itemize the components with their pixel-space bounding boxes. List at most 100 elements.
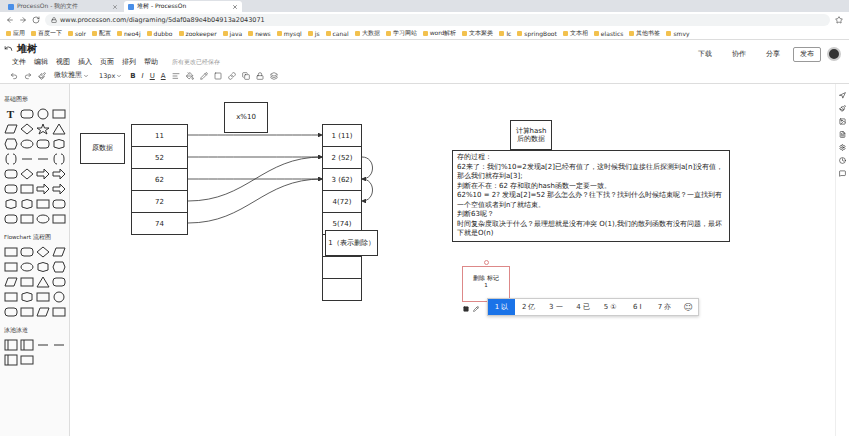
format-painter-icon[interactable] [38, 72, 46, 80]
round-shape-icon[interactable] [52, 276, 66, 288]
hex-shape-icon[interactable] [52, 261, 66, 273]
pencil-icon[interactable] [473, 306, 479, 312]
avatar-icon[interactable] [827, 47, 841, 61]
editing-text-box[interactable]: 删除 标记1 [462, 266, 510, 302]
rect-shape-icon[interactable] [36, 198, 50, 210]
section-title[interactable]: 泳池泳道 [4, 323, 65, 334]
document-title[interactable]: 堆树 [4, 42, 220, 56]
format-button[interactable]: U [150, 72, 155, 80]
round-shape-icon[interactable] [4, 183, 18, 195]
menu-item[interactable]: 编辑 [34, 58, 48, 67]
para-shape-icon[interactable] [4, 276, 18, 288]
bookmark[interactable]: 文本相 [563, 29, 588, 38]
navigator-icon[interactable] [839, 92, 846, 99]
rect-shape-icon[interactable] [20, 183, 34, 195]
browser-tab[interactable]: 堆树 - ProcessOn [124, 1, 242, 12]
bookmark[interactable]: 学习网站 [386, 29, 417, 38]
menu-item[interactable]: 插入 [78, 58, 92, 67]
rotate-handle-icon[interactable] [484, 260, 489, 265]
cyl-shape-icon[interactable] [4, 198, 18, 210]
header-action-button[interactable]: 协作 [725, 47, 753, 62]
style-icon[interactable] [839, 105, 846, 112]
para-shape-icon[interactable] [52, 246, 66, 258]
ime-candidate[interactable]: 1以 [488, 299, 515, 315]
round-shape-icon[interactable] [4, 306, 18, 318]
lock-icon[interactable] [256, 72, 264, 80]
square-icon[interactable] [463, 306, 469, 312]
rect-shape-icon[interactable] [4, 261, 18, 273]
round-shape-icon[interactable] [4, 213, 18, 225]
ime-candidate[interactable]: 6Ⅰ [624, 299, 651, 315]
bookmark[interactable]: 百度一下 [31, 29, 62, 38]
bookmark[interactable]: word解析 [423, 29, 457, 38]
round-shape-icon[interactable] [4, 168, 18, 180]
bookmark[interactable]: java [223, 30, 243, 37]
url-field[interactable]: www.processon.com/diagraming/5daf0a89e4b… [45, 14, 830, 26]
header-action-button[interactable]: 下载 [691, 47, 719, 62]
bookmark[interactable]: zookeeper [179, 30, 217, 37]
rect-shape-icon[interactable] [52, 306, 66, 318]
line-color-icon[interactable] [200, 72, 208, 80]
ime-candidate[interactable]: 3一 [542, 299, 569, 315]
fill-icon[interactable] [186, 72, 194, 80]
cyl-shape-icon[interactable] [20, 291, 34, 303]
arrow-shape-icon[interactable] [52, 183, 66, 195]
bracket-shape-icon[interactable] [4, 153, 18, 165]
round-shape-icon[interactable] [20, 108, 34, 120]
lane-shape-icon[interactable] [20, 339, 34, 351]
bookmark[interactable]: neo4j [117, 30, 141, 37]
menu-item[interactable]: 视图 [56, 58, 70, 67]
rect-shape-icon[interactable] [52, 213, 66, 225]
table-slot[interactable]: 4(72) [323, 191, 361, 213]
arrow-shape-icon[interactable] [36, 183, 50, 195]
back-icon[interactable] [6, 16, 14, 24]
menu-item[interactable]: 排列 [122, 58, 136, 67]
round-shape-icon[interactable] [52, 198, 66, 210]
source-array[interactable]: 1152627274 [131, 124, 188, 235]
bookmark[interactable]: news [248, 30, 271, 37]
header-action-button[interactable]: 分享 [759, 47, 787, 62]
menu-item[interactable]: 帮助 [144, 58, 158, 67]
diamond-shape-icon[interactable] [20, 123, 34, 135]
bookmark[interactable]: mysql [277, 30, 302, 37]
table-slot[interactable]: 1 (11) [323, 125, 361, 147]
undo-icon[interactable] [10, 72, 18, 80]
diagram-canvas[interactable]: 原数据x%10计算hash后的数据11526272741 (11)2 (52)3… [70, 84, 835, 436]
bookmark[interactable]: js [308, 30, 320, 37]
deleted-note-node[interactable]: 1（表示删除） [325, 230, 378, 256]
array-cell[interactable]: 74 [132, 213, 187, 235]
rect-shape-icon[interactable] [20, 354, 34, 366]
cyl-shape-icon[interactable] [20, 198, 34, 210]
font-select[interactable]: 微软雅黑 [52, 71, 91, 80]
lane-shape-icon[interactable] [4, 339, 18, 351]
table-slot[interactable] [323, 257, 361, 279]
rect-shape-icon[interactable] [4, 246, 18, 258]
bookmark-star-icon[interactable] [835, 16, 843, 24]
menu-item[interactable]: 文件 [12, 58, 26, 67]
bookmark[interactable]: dubbo [147, 30, 173, 37]
comment-icon[interactable] [839, 170, 846, 177]
copy-icon[interactable] [242, 72, 250, 80]
para-shape-icon[interactable] [36, 306, 50, 318]
hash-table[interactable]: 1 (11)2 (52)3 (62)4(72)5(74) [322, 124, 362, 301]
ime-candidate[interactable]: 5① [597, 299, 624, 315]
bookmark[interactable]: 应用 [6, 29, 25, 38]
bookmark[interactable]: 其他书签 [629, 29, 660, 38]
diamond-shape-icon[interactable] [20, 168, 34, 180]
array-cell[interactable]: 72 [132, 191, 187, 213]
forward-icon[interactable] [19, 16, 27, 24]
arrow-shape-icon[interactable] [36, 168, 50, 180]
bookmark[interactable]: smvy [666, 30, 689, 37]
notes-text-box[interactable]: 存的过程：62来了：我们%10=2发现a[2]已经有值了，这时候我们直接往后探测… [452, 150, 730, 242]
align-icon[interactable] [172, 72, 180, 80]
format-button[interactable]: B [130, 72, 135, 80]
hex-shape-icon[interactable] [4, 138, 18, 150]
ime-candidate[interactable]: 2亿 [515, 299, 542, 315]
line-shape-icon[interactable] [36, 339, 50, 351]
ellipse-shape-icon[interactable] [20, 138, 34, 150]
star-shape-icon[interactable] [36, 123, 50, 135]
header-action-button[interactable]: 发布 [793, 47, 821, 62]
bookmark[interactable]: 大数据 [355, 29, 380, 38]
bracket-shape-icon[interactable] [52, 153, 66, 165]
page-icon[interactable] [839, 131, 846, 138]
